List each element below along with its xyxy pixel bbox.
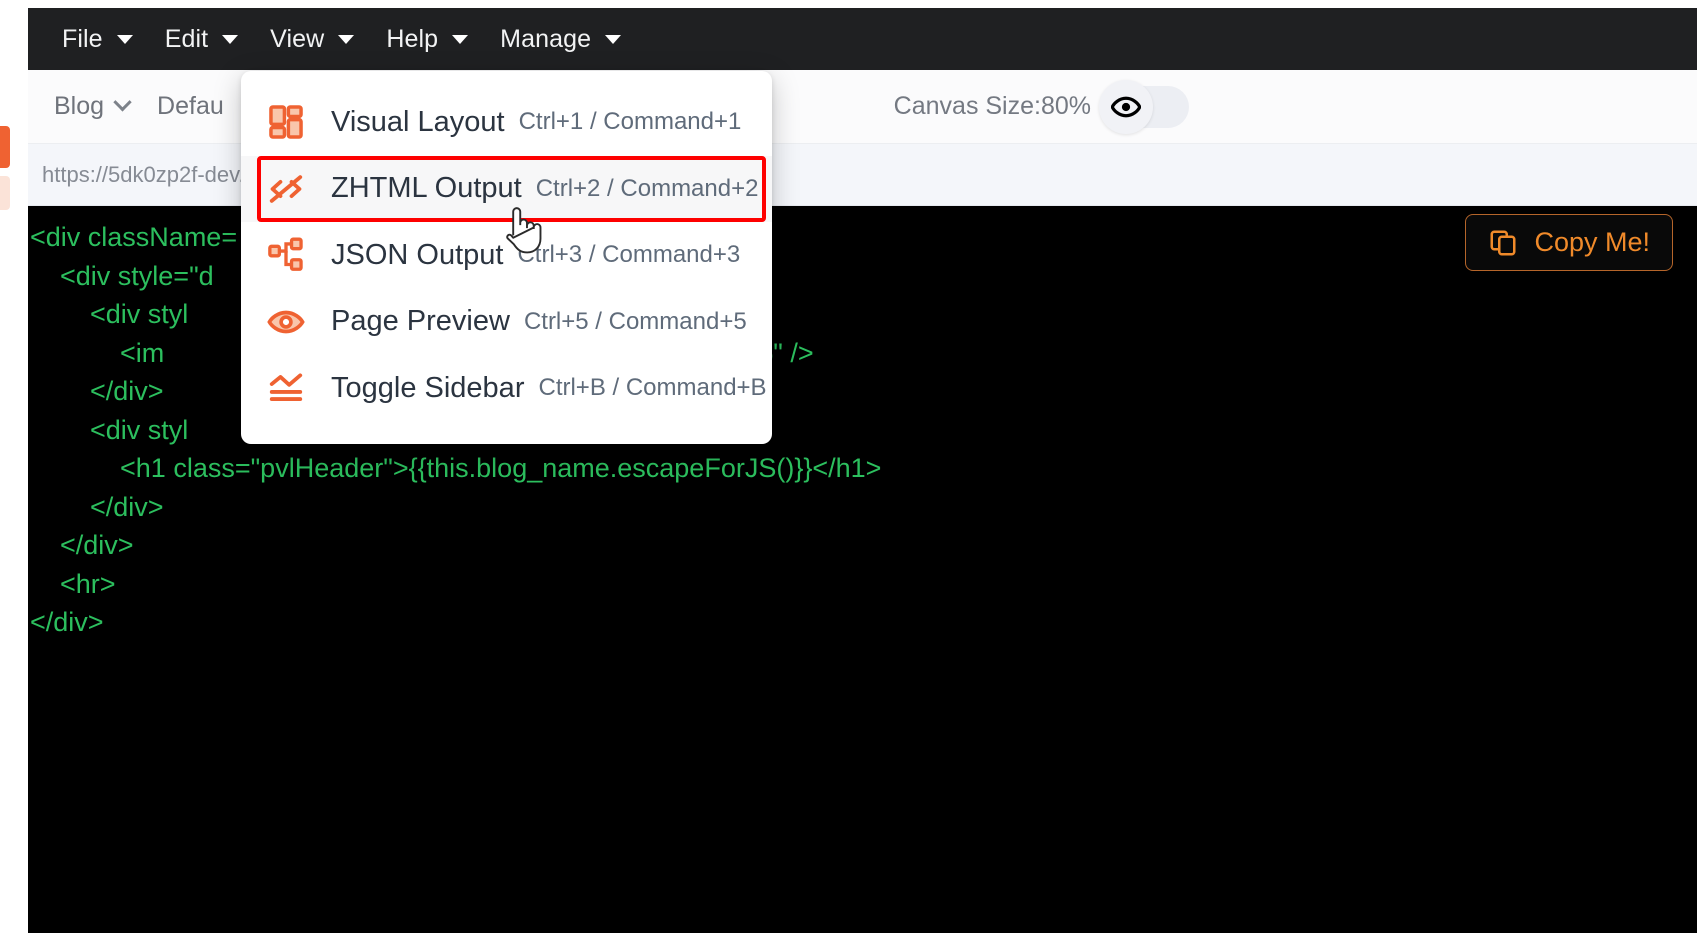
page-type-select[interactable]: Blog: [54, 92, 132, 121]
menu-item-label: ZHTML Output: [331, 172, 522, 205]
page-type-value: Blog: [54, 92, 105, 120]
menu-view-label: View: [270, 24, 325, 53]
rail-chip-secondary: [0, 176, 10, 210]
chevron-down-icon: [113, 93, 132, 112]
wave-lines-icon: [263, 369, 309, 407]
menu-item-zhtml-output[interactable]: ZHTML Output Ctrl+2 / Command+2: [241, 155, 772, 222]
left-rail: [0, 0, 28, 933]
preview-toggle[interactable]: [1099, 79, 1189, 134]
code-slash-icon: [263, 170, 309, 208]
rail-chip-primary: [0, 126, 10, 168]
menu-item-json-output[interactable]: JSON Output Ctrl+3 / Command+3: [241, 222, 772, 289]
menu-item-page-preview[interactable]: Page Preview Ctrl+5 / Command+5: [241, 289, 772, 356]
chevron-down-icon: [605, 34, 622, 44]
canvas-size-label: Canvas Size:80%: [893, 92, 1091, 120]
menu-item-shortcut: Ctrl+2 / Command+2: [535, 174, 759, 202]
chevron-down-icon: [116, 34, 133, 44]
menu-file-label: File: [62, 24, 103, 53]
menu-item-shortcut: Ctrl+3 / Command+3: [517, 241, 741, 269]
menu-view[interactable]: View: [254, 19, 370, 60]
menu-item-label: JSON Output: [331, 238, 504, 271]
copy-button[interactable]: Copy Me!: [1465, 214, 1673, 271]
canvas-controls: Canvas Size:80%: [893, 79, 1189, 134]
menu-item-label: Toggle Sidebar: [331, 371, 525, 404]
chevron-down-icon: [338, 34, 355, 44]
code-line: </div>: [30, 530, 134, 560]
url-text: https://5dk0zp2f-dev.: [42, 161, 245, 187]
menu-item-shortcut: Ctrl+5 / Command+5: [523, 307, 747, 335]
chevron-down-icon: [222, 34, 239, 44]
layout-grid-icon: [263, 103, 309, 141]
menu-help[interactable]: Help: [370, 19, 484, 60]
code-line: <h1 class="pvlHeader">{{this.blog_name.e…: [30, 453, 882, 483]
chevron-down-icon: [452, 34, 469, 44]
menu-help-label: Help: [386, 24, 439, 53]
menu-item-shortcut: Ctrl+B / Command+B: [538, 374, 767, 402]
menubar: File Edit View Help Manage: [28, 8, 1697, 70]
menu-item-label: Visual Layout: [331, 105, 505, 138]
eye-icon: [263, 303, 309, 341]
copy-button-label: Copy Me!: [1534, 227, 1650, 257]
code-line: </div>: [30, 491, 164, 522]
code-line: </div>: [30, 607, 104, 637]
preview-toggle-knob: [1099, 79, 1153, 134]
code-line: <hr>: [30, 568, 116, 599]
view-dropdown-menu: Visual Layout Ctrl+1 / Command+1 ZHTML O…: [241, 71, 772, 444]
menu-item-toggle-sidebar[interactable]: Toggle Sidebar Ctrl+B / Command+B: [241, 355, 772, 422]
template-label: Defau: [157, 92, 224, 120]
menu-edit[interactable]: Edit: [149, 19, 254, 60]
copy-icon: [1490, 230, 1516, 255]
menu-edit-label: Edit: [164, 24, 209, 53]
eye-icon: [1111, 96, 1141, 117]
app-window: File Edit View Help Manage Blog Defau Ca…: [0, 0, 1697, 933]
menu-item-label: Page Preview: [331, 305, 510, 338]
menu-manage[interactable]: Manage: [484, 19, 637, 60]
menu-item-shortcut: Ctrl+1 / Command+1: [518, 108, 742, 136]
menu-manage-label: Manage: [500, 24, 592, 53]
menu-file[interactable]: File: [46, 19, 149, 60]
node-tree-icon: [263, 236, 309, 274]
menu-item-visual-layout[interactable]: Visual Layout Ctrl+1 / Command+1: [241, 89, 772, 156]
